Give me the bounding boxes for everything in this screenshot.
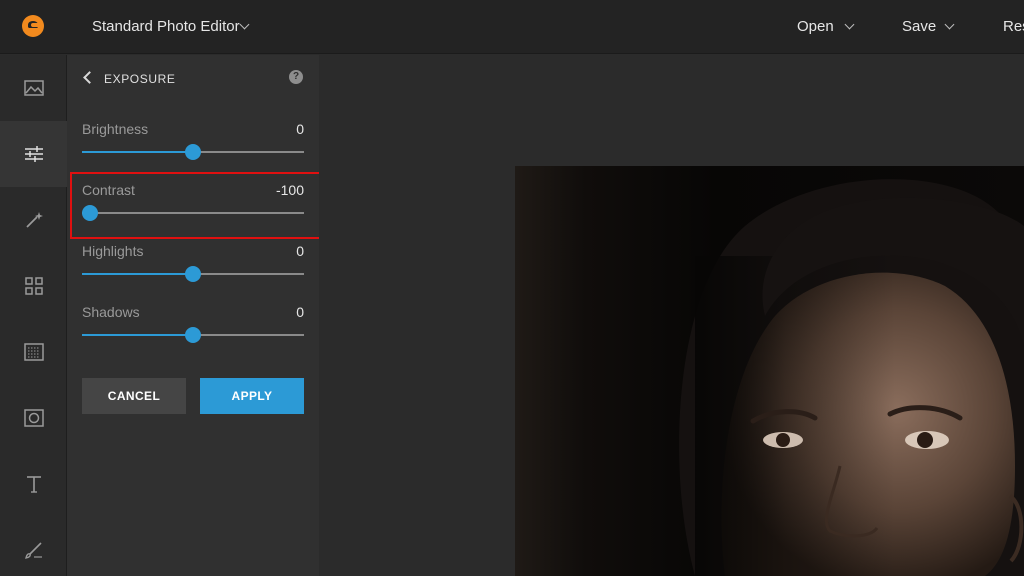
save-menu[interactable]: Save [902, 18, 936, 35]
apply-button[interactable]: APPLY [200, 378, 304, 414]
slider-thumb[interactable] [185, 327, 201, 343]
help-icon[interactable]: ? [289, 70, 303, 84]
slider-fill [82, 273, 193, 275]
panel-header: EXPOSURE ? [81, 69, 307, 89]
highlights-slider-row: Highlights 0 [82, 243, 304, 293]
exposure-panel: EXPOSURE ? Brightness 0 Contrast -100 Hi… [67, 55, 319, 576]
slider-label: Brightness [82, 121, 149, 137]
frame-icon [23, 409, 44, 427]
shadows-slider[interactable] [82, 327, 304, 343]
editor-canvas [319, 55, 1024, 576]
brightness-slider[interactable] [82, 144, 304, 160]
contrast-slider-row: Contrast -100 [82, 182, 304, 232]
grid-icon [24, 277, 43, 295]
sliders-icon [24, 146, 43, 162]
rail-item-overlays[interactable] [0, 253, 67, 319]
slider-value: 0 [296, 304, 304, 320]
open-menu[interactable]: Open [797, 18, 834, 35]
slider-thumb[interactable] [185, 144, 201, 160]
back-arrow-icon[interactable] [83, 71, 96, 84]
rail-item-draw[interactable] [0, 517, 67, 576]
panel-title: EXPOSURE [104, 72, 176, 86]
tool-rail [0, 55, 67, 576]
shadows-slider-row: Shadows 0 [82, 304, 304, 354]
rail-item-text[interactable] [0, 451, 67, 517]
slider-label: Highlights [82, 243, 144, 259]
slider-value: 0 [296, 243, 304, 259]
chevron-down-icon[interactable] [944, 19, 955, 30]
editor-mode-title[interactable]: Standard Photo Editor [92, 18, 240, 35]
slider-thumb[interactable] [185, 266, 201, 282]
slider-fill [82, 334, 193, 336]
brightness-slider-row: Brightness 0 [82, 121, 304, 171]
top-bar: Standard Photo Editor Open Save Res [0, 0, 1024, 54]
cancel-button[interactable]: CANCEL [82, 378, 186, 414]
image-icon [23, 80, 44, 96]
contrast-slider[interactable] [82, 205, 304, 221]
texture-icon [23, 343, 44, 361]
highlights-slider[interactable] [82, 266, 304, 282]
photo-preview[interactable] [515, 166, 1024, 576]
brush-icon [24, 542, 42, 559]
chevron-down-icon[interactable] [844, 19, 855, 30]
slider-fill [82, 151, 193, 153]
rail-item-textures[interactable] [0, 319, 67, 385]
magic-wand-icon [25, 212, 43, 228]
chevron-down-icon[interactable] [239, 19, 250, 30]
rail-item-image[interactable] [0, 55, 67, 121]
text-icon [26, 476, 41, 493]
app-logo-icon[interactable] [22, 15, 44, 37]
reset-menu[interactable]: Res [1003, 18, 1024, 35]
rail-item-frames[interactable] [0, 385, 67, 451]
slider-value: 0 [296, 121, 304, 137]
portrait-image [679, 179, 1024, 576]
slider-label: Shadows [82, 304, 140, 320]
rail-item-effects[interactable] [0, 187, 67, 253]
slider-value: -100 [275, 182, 304, 198]
slider-label: Contrast [82, 182, 135, 198]
slider-thumb[interactable] [82, 205, 98, 221]
rail-item-adjustments[interactable] [0, 121, 67, 187]
